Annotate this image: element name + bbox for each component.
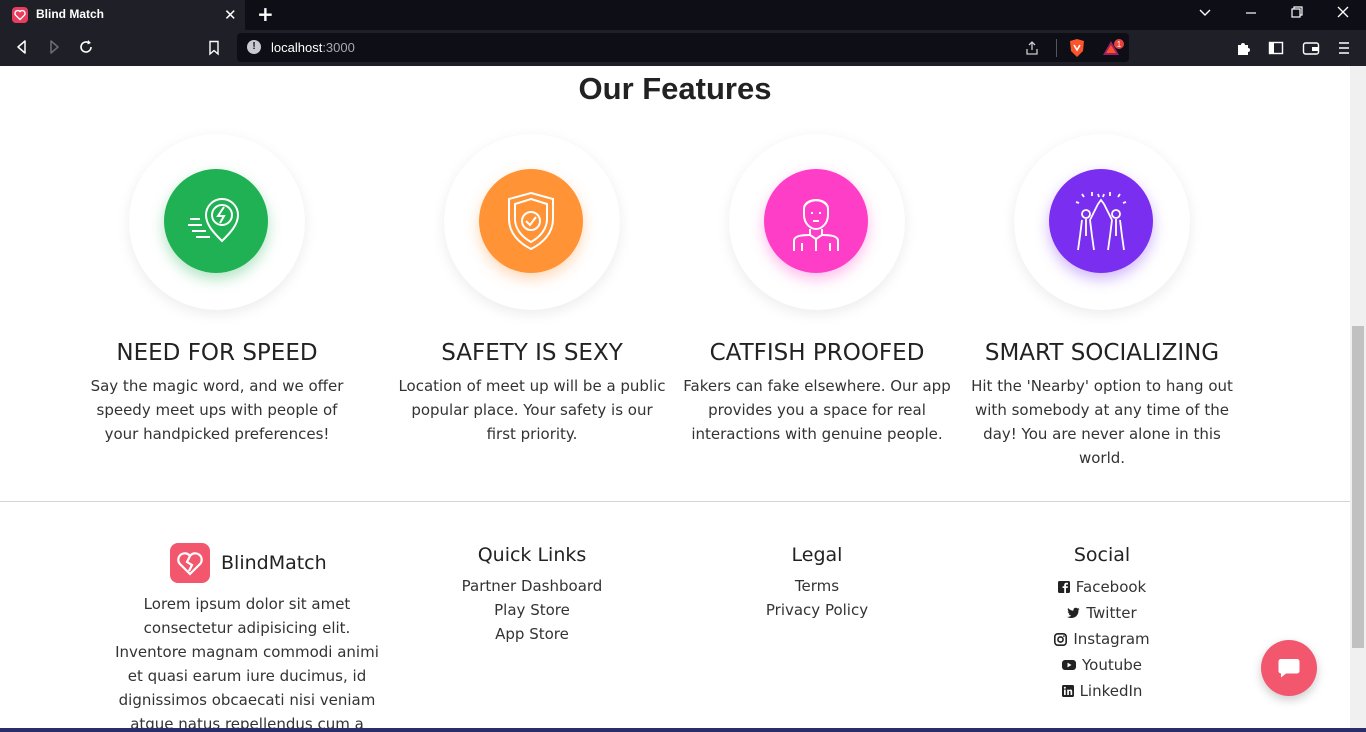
link-partner-dashboard[interactable]: Partner Dashboard	[432, 574, 632, 598]
browser-tab[interactable]: Blind Match ✕	[0, 0, 245, 30]
linkedin-icon	[1061, 685, 1074, 697]
twitter-icon	[1067, 607, 1080, 619]
facebook-icon	[1057, 581, 1070, 593]
link-privacy-policy[interactable]: Privacy Policy	[727, 598, 907, 622]
share-icon[interactable]	[1024, 40, 1040, 60]
feature-icon-ring	[1014, 134, 1190, 310]
instagram-icon	[1054, 632, 1068, 646]
feature-title: NEED FOR SPEED	[116, 340, 318, 366]
broken-heart-logo-icon	[170, 543, 210, 583]
reload-icon[interactable]	[78, 39, 94, 59]
footer-brand-text: Lorem ipsum dolor sit amet consectetur a…	[115, 595, 379, 732]
sidebar-toggle-icon[interactable]	[1268, 40, 1284, 60]
feature-card: SAFETY IS SEXY Location of meet up will …	[397, 134, 667, 446]
taskbar-strip	[0, 728, 1366, 732]
site-info-icon[interactable]: !	[247, 40, 261, 54]
link-linkedin[interactable]: LinkedIn	[1012, 678, 1192, 704]
feature-card: NEED FOR SPEED Say the magic word, and w…	[82, 134, 352, 446]
feature-title: CATFISH PROOFED	[709, 340, 925, 366]
feature-description: Fakers can fake elsewhere. Our app provi…	[683, 377, 951, 443]
feature-icon-ring	[729, 134, 905, 310]
section-divider	[0, 501, 1350, 502]
new-tab-button[interactable]: +	[257, 3, 274, 25]
feature-title: SMART SOCIALIZING	[984, 340, 1220, 366]
window-close-icon[interactable]	[1336, 5, 1350, 25]
extensions-puzzle-icon[interactable]	[1236, 40, 1252, 60]
restore-icon[interactable]	[1290, 5, 1304, 25]
menu-icon[interactable]	[1337, 40, 1351, 60]
link-facebook[interactable]: Facebook	[1012, 574, 1192, 600]
chat-bubble-icon	[1278, 659, 1300, 678]
bookmark-icon[interactable]	[207, 40, 221, 60]
legal-title: Legal	[791, 544, 843, 566]
feature-description: Hit the 'Nearby' option to hang out with…	[971, 377, 1233, 467]
feature-title: SAFETY IS SEXY	[441, 340, 623, 366]
url-text[interactable]: localhost:3000	[271, 40, 355, 55]
link-app-store[interactable]: App Store	[432, 622, 632, 646]
high-five-icon	[1049, 169, 1153, 273]
link-play-store[interactable]: Play Store	[432, 598, 632, 622]
link-youtube[interactable]: Youtube	[1012, 652, 1192, 678]
address-bar[interactable]	[237, 33, 1129, 62]
social-title: Social	[1073, 544, 1131, 566]
feature-description: Location of meet up will be a public pop…	[398, 377, 666, 443]
footer-brand: BlindMatch	[170, 543, 327, 583]
page-content: Our Features NEED FOR SPEED Say the magi…	[0, 66, 1350, 732]
urlbar-separator	[1056, 39, 1057, 57]
feature-icon-ring	[444, 134, 620, 310]
feature-description: Say the magic word, and we offer speedy …	[90, 377, 344, 443]
tab-close-icon[interactable]: ✕	[224, 6, 237, 24]
tab-search-chevron-icon[interactable]	[1198, 5, 1212, 25]
brave-rewards-icon[interactable]: 1	[1102, 39, 1128, 61]
heart-favicon-icon	[12, 7, 28, 23]
brave-shields-icon[interactable]	[1068, 38, 1086, 62]
link-terms[interactable]: Terms	[727, 574, 907, 598]
feature-card: SMART SOCIALIZING Hit the 'Nearby' optio…	[967, 134, 1237, 470]
minimize-icon[interactable]	[1244, 5, 1258, 25]
feature-card: CATFISH PROOFED Fakers can fake elsewher…	[682, 134, 952, 446]
youtube-icon	[1062, 660, 1076, 670]
link-instagram[interactable]: Instagram	[1012, 626, 1192, 652]
person-icon	[764, 169, 868, 273]
quick-links-title: Quick Links	[477, 544, 587, 566]
quick-links-column: Quick Links Partner Dashboard Play Store…	[432, 544, 632, 646]
wallet-icon[interactable]	[1302, 40, 1320, 60]
forward-arrow-icon[interactable]	[46, 39, 62, 59]
scrollbar-thumb[interactable]	[1352, 326, 1364, 648]
footer-brand-name: BlindMatch	[221, 552, 327, 574]
legal-column: Legal Terms Privacy Policy	[727, 544, 907, 622]
shield-check-icon	[479, 169, 583, 273]
svg-text:1: 1	[1117, 40, 1122, 49]
features-title: Our Features	[578, 71, 772, 106]
link-twitter[interactable]: Twitter	[1012, 600, 1192, 626]
feature-icon-ring	[129, 134, 305, 310]
tab-title: Blind Match	[36, 7, 104, 21]
chat-button[interactable]	[1261, 640, 1317, 696]
social-column: Social Facebook Twitter Instagram Youtub…	[1012, 544, 1192, 704]
lightning-location-icon	[164, 169, 268, 273]
back-arrow-icon[interactable]	[14, 39, 30, 59]
